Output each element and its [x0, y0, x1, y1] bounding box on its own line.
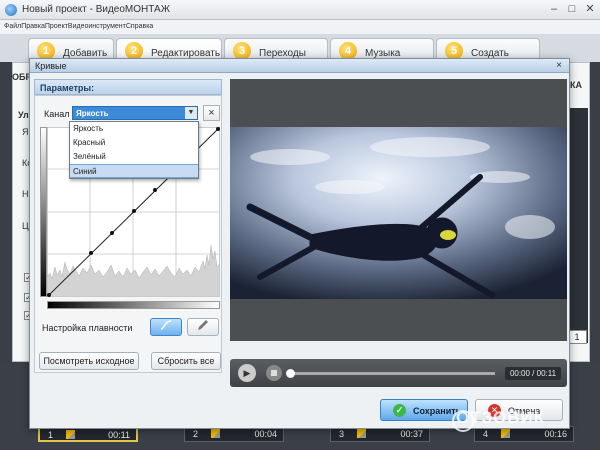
clip-duration: 00:37 [400, 429, 423, 439]
app-titlebar: Новый проект - ВидеоМОНТАЖ – □ ✕ [0, 0, 600, 20]
clip-number: 2 [193, 429, 199, 439]
channel-dropdown-list: Яркость Красный Зелёный Синий [69, 121, 199, 179]
bg-preview-strip [570, 108, 588, 343]
bg-tab-right-label: КА [570, 80, 582, 90]
clip-duration: 00:16 [544, 429, 567, 439]
curve-point [132, 209, 136, 213]
channel-select[interactable]: Яркость ▼ [72, 106, 198, 120]
clip-number: 4 [483, 429, 489, 439]
curve-point [216, 127, 220, 131]
clip-number: 1 [48, 430, 54, 440]
clip-duration: 00:04 [254, 429, 277, 439]
smooth-curve-icon [160, 320, 172, 330]
pencil-icon[interactable] [357, 429, 366, 438]
pencil-icon[interactable] [501, 429, 510, 438]
channel-label: Канал [44, 109, 70, 119]
video-frame [230, 127, 567, 299]
play-icon[interactable]: ▶ [238, 364, 256, 382]
clip-number: 3 [339, 429, 345, 439]
input-gradient-bar [47, 301, 220, 309]
channel-option[interactable]: Яркость [70, 122, 198, 136]
clip-duration: 00:11 [108, 430, 130, 440]
minimize-icon[interactable]: – [546, 3, 562, 16]
channel-selected-value: Яркость [76, 109, 109, 118]
app-logo-icon [5, 4, 17, 16]
channel-reset-button[interactable]: × [203, 105, 220, 121]
pencil-icon[interactable] [66, 430, 75, 439]
video-frame-image [230, 127, 567, 299]
curves-dialog: Кривые × Параметры: Канал Яркость ▼ × Яр… [29, 58, 570, 429]
pencil-icon [198, 320, 208, 330]
reset-all-button[interactable]: Сбросить все [151, 352, 221, 370]
smooth-curve-button[interactable] [150, 318, 182, 336]
params-header: Параметры: [34, 79, 222, 95]
curve-point [47, 293, 51, 297]
playback-time: 00:00 / 00:11 [505, 367, 561, 380]
view-original-button[interactable]: Посмотреть исходное [39, 352, 139, 370]
menu-bar[interactable]: ФайлПравкаПроектВидеоинструментСправка [0, 20, 600, 34]
check-icon: ✓ [393, 404, 406, 417]
curve-point [110, 231, 114, 235]
maximize-icon[interactable]: □ [564, 3, 580, 16]
app-title: Новый проект - ВидеоМОНТАЖ [22, 4, 170, 15]
close-icon[interactable]: ✕ [582, 3, 598, 16]
bg-mini-button[interactable]: 1 [567, 330, 587, 344]
channel-option-highlighted[interactable]: Синий [70, 164, 198, 178]
channel-option[interactable]: Зелёный [70, 150, 198, 164]
smoothness-label: Настройка плавности [42, 323, 133, 333]
bg-fragment: Ул [18, 110, 29, 120]
player-controls: ▶ 00:00 / 00:11 [230, 359, 567, 387]
curve-point [89, 251, 93, 255]
dialog-close-icon[interactable]: × [553, 60, 565, 71]
dialog-title: Кривые [35, 61, 67, 71]
stop-icon[interactable] [266, 365, 282, 381]
chevron-down-icon[interactable]: ▼ [185, 107, 197, 119]
freehand-pencil-button[interactable] [187, 318, 219, 336]
curve-point [153, 188, 157, 192]
pencil-icon[interactable] [211, 429, 220, 438]
channel-option[interactable]: Красный [70, 136, 198, 150]
seek-bar[interactable] [286, 369, 495, 378]
dialog-titlebar: Кривые × [30, 59, 569, 73]
watermark: ОТЗОВИК [456, 408, 546, 427]
seek-handle[interactable] [286, 369, 295, 378]
output-gradient-bar [40, 127, 47, 297]
